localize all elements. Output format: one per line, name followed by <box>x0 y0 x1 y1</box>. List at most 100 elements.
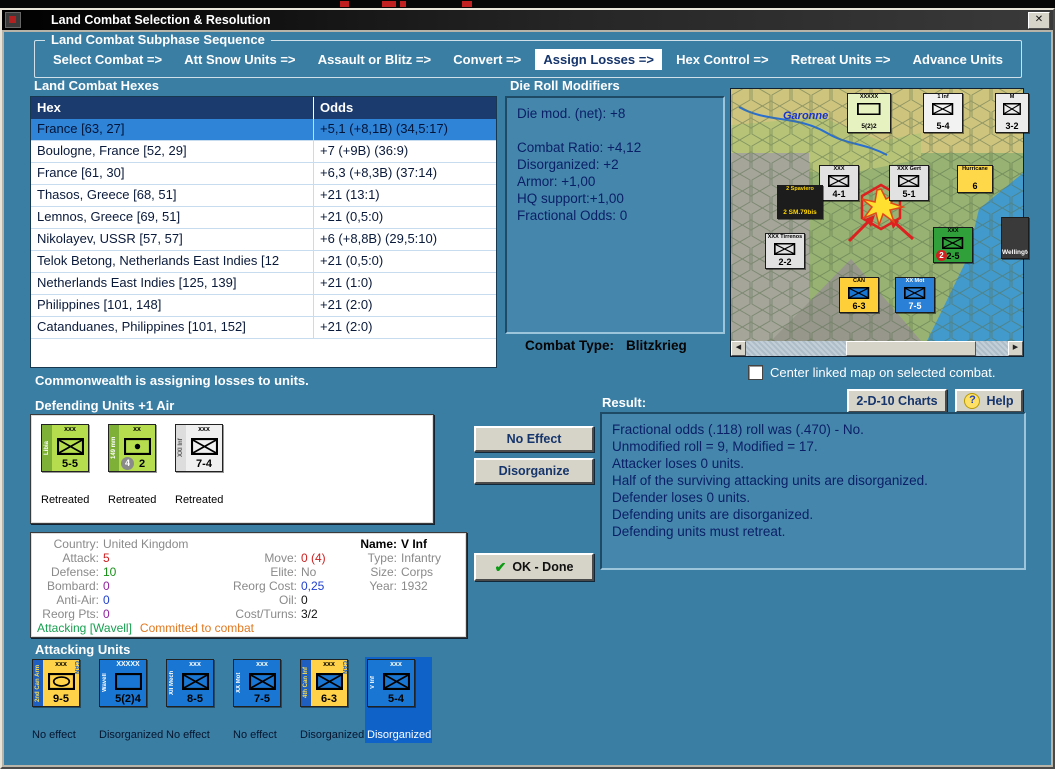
subphase-sequence-group: Land Combat Subphase Sequence Select Com… <box>34 32 1022 78</box>
unit-tile-wavell[interactable]: XXXXX Wavell 5(2)4 Disorganized <box>97 657 164 743</box>
map-scrollbar[interactable]: ◀ ▶ <box>731 341 1023 356</box>
center-map-checkbox[interactable] <box>748 365 763 380</box>
hex-row-boulogne-france-52-29[interactable]: Boulogne, France [52, 29] +7 (+9B) (36:9) <box>31 141 496 163</box>
help-icon: ? <box>964 393 981 409</box>
unit-counter-libia[interactable]: xxx Libia 5-5 <box>41 424 89 472</box>
hex-row-netherlands-east-indies-125-139[interactable]: Netherlands East Indies [125, 139] +21 (1… <box>31 273 496 295</box>
hex-row-france-61-30[interactable]: France [61, 30] +6,3 (+8,3B) (37:14) <box>31 163 496 185</box>
unit-tile-4th-can-inf[interactable]: xxx 4th Can Inf CAN 6-3 Disorganized <box>298 657 365 743</box>
unit-tile-2nd-can-arm[interactable]: xxx 2nd Can Arm CAN 9-5 No effect <box>30 657 97 743</box>
phase-att-snow-units[interactable]: Att Snow Units => <box>176 49 303 70</box>
unit-tile-xii-mech[interactable]: xxx XII Mech 8-5 No effect <box>164 657 231 743</box>
map-unit-6-3[interactable]: CAN 6-3 <box>839 277 879 313</box>
map-unit-5-1[interactable]: XXX Gert 5-1 <box>889 165 929 201</box>
result-line: Attacker loses 0 units. <box>612 456 745 471</box>
title-bar[interactable]: Land Combat Selection & Resolution ✕ <box>2 10 1053 30</box>
move-value: 0 (4) <box>301 551 326 565</box>
charts-button[interactable]: 2-D-10 Charts <box>847 389 947 413</box>
phase-assault-or-blitz[interactable]: Assault or Blitz => <box>310 49 439 70</box>
mod-line: Armor: +1,00 <box>517 174 596 189</box>
map-unit-5-4[interactable]: 1 Inf 5-4 <box>923 93 963 133</box>
defense-value: 10 <box>103 565 117 579</box>
hex-row-france-63-27[interactable]: France [63, 27] +5,1 (+8,1B) (34,5:17) <box>31 119 496 141</box>
hex-row-lemnos-greece-69-51[interactable]: Lemnos, Greece [69, 51] +21 (0,5:0) <box>31 207 496 229</box>
help-button[interactable]: ? Help <box>955 389 1023 413</box>
unit-counter-v-inf[interactable]: xxx V Inf 5-4 <box>367 659 415 707</box>
unit-status: Retreated <box>41 494 90 506</box>
unit-tile-v-inf[interactable]: xxx V Inf 5-4 Disorganized <box>365 657 432 743</box>
hex-row-philippines-101-148[interactable]: Philippines [101, 148] +21 (2:0) <box>31 295 496 317</box>
map-unit-7-5[interactable]: XX Mot 7-5 <box>895 277 935 313</box>
unit-tile-xxi-inf[interactable]: xxx XXI Inf 7-4 Retreated <box>173 422 240 508</box>
antiair-value: 0 <box>103 593 110 607</box>
country-label: Country: <box>53 537 99 551</box>
mod-line <box>517 122 713 139</box>
ok-done-button[interactable]: ✔ OK - Done <box>474 553 594 581</box>
close-button[interactable]: ✕ <box>1028 11 1050 29</box>
phase-select-combat[interactable]: Select Combat => <box>45 49 170 70</box>
map-unit-2-2[interactable]: XXX Tirrenos 2-2 <box>765 233 805 269</box>
scroll-thumb[interactable] <box>846 341 976 356</box>
no-effect-button[interactable]: No Effect <box>474 426 594 452</box>
map-unit-3-2[interactable]: M 3-2 <box>995 93 1029 133</box>
hex-row-nikolayev-ussr-57-57[interactable]: Nikolayev, USSR [57, 57] +6 (+8,8B) (29,5… <box>31 229 496 251</box>
unit-tile-xx-mot[interactable]: xxx XX Mot 7-5 No effect <box>231 657 298 743</box>
unit-tile-libia[interactable]: xxx Libia 5-5 Retreated <box>39 422 106 508</box>
unit-counter-xii-mech[interactable]: xxx XII Mech 8-5 <box>166 659 214 707</box>
map-unit-6[interactable]: Hurricane 6 <box>957 165 993 193</box>
map-unit-5-2-2[interactable]: XXXXX 5(2)2 <box>847 93 891 133</box>
combat-type: Combat Type: Blitzkrieg <box>525 338 687 353</box>
phase-advance-units[interactable]: Advance Units <box>905 49 1011 70</box>
hex-row-telok-betong-netherlands-east-indies-12[interactable]: Telok Betong, Netherlands East Indies [1… <box>31 251 496 273</box>
unit-status: Disorganized <box>300 729 365 741</box>
result-panel: Fractional odds (.118) roll was (.470) -… <box>600 412 1026 570</box>
defense-label: Defense: <box>50 565 99 579</box>
result-title: Result: <box>602 395 647 410</box>
unit-counter-4th-can-inf[interactable]: xxx 4th Can Inf CAN 6-3 <box>300 659 348 707</box>
map-unit-4-1[interactable]: XXX 4-1 <box>819 165 859 201</box>
phase-convert[interactable]: Convert => <box>445 49 529 70</box>
unit-tile-149-mm[interactable]: xx 149 mm 4 2 Retreated <box>106 422 173 508</box>
phase-hex-control[interactable]: Hex Control => <box>668 49 776 70</box>
disorganize-button[interactable]: Disorganize <box>474 458 594 484</box>
odds-cell: +21 (2:0) <box>320 297 373 312</box>
dialog-content: Land Combat Subphase Sequence Select Com… <box>4 32 1051 765</box>
reorg-pts-label: Reorg Pts: <box>42 607 99 621</box>
background-decoration <box>382 1 396 7</box>
scroll-left-button[interactable]: ◀ <box>731 341 746 356</box>
year-value: 1932 <box>401 579 428 593</box>
unit-counter-149-mm[interactable]: xx 149 mm 4 2 <box>108 424 156 472</box>
hex-row-thasos-greece-68-51[interactable]: Thasos, Greece [68, 51] +21 (13:1) <box>31 185 496 207</box>
hex-cell: Philippines [101, 148] <box>31 295 314 316</box>
unit-counter-xxi-inf[interactable]: xxx XXI Inf 7-4 <box>175 424 223 472</box>
hex-table: Hex Odds France [63, 27] +5,1 (+8,1B) (34… <box>30 96 497 368</box>
mod-line: Fractional Odds: 0 <box>517 208 628 223</box>
unit-status: Retreated <box>175 494 224 506</box>
map-unit-wellington[interactable]: Wellington <box>1001 217 1029 259</box>
center-map-checkbox-row[interactable]: Center linked map on selected combat. <box>748 365 995 380</box>
unit-counter-xx-mot[interactable]: xxx XX Mot 7-5 <box>233 659 281 707</box>
phase-assign-losses[interactable]: Assign Losses => <box>535 48 662 70</box>
column-header-odds[interactable]: Odds <box>314 97 496 119</box>
help-button-label: Help <box>986 394 1014 408</box>
map-unit-2-sm-79bis[interactable]: 2 Spaviero 2 SM.79bis <box>777 185 823 219</box>
combat-type-label: Combat Type: <box>525 338 615 353</box>
unit-status: No effect <box>233 729 277 741</box>
hex-cell: Nikolayev, USSR [57, 57] <box>31 229 314 250</box>
hex-cell: Boulogne, France [52, 29] <box>31 141 314 162</box>
hex-row-catanduanes-philippines-101-152[interactable]: Catanduanes, Philippines [101, 152] +21 (… <box>31 317 496 339</box>
defending-units-panel: xxx Libia 5-5 Retreated xx 149 mm 4 2 Retreated x… <box>30 414 434 524</box>
type-value: Infantry <box>401 551 442 565</box>
unit-status: Retreated <box>108 494 157 506</box>
name-label: Name: <box>360 537 397 551</box>
oil-label: Oil: <box>279 593 297 607</box>
hex-cell: Lemnos, Greece [69, 51] <box>31 207 314 228</box>
column-header-hex[interactable]: Hex <box>31 97 314 119</box>
oil-value: 0 <box>301 593 308 607</box>
scroll-track[interactable] <box>746 341 1008 356</box>
map-unit-2-5[interactable]: XXX 2 2-5 <box>933 227 973 263</box>
scroll-right-button[interactable]: ▶ <box>1008 341 1023 356</box>
unit-counter-2nd-can-arm[interactable]: xxx 2nd Can Arm CAN 9-5 <box>32 659 80 707</box>
phase-retreat-units[interactable]: Retreat Units => <box>783 49 899 70</box>
unit-counter-wavell[interactable]: XXXXX Wavell 5(2)4 <box>99 659 147 707</box>
